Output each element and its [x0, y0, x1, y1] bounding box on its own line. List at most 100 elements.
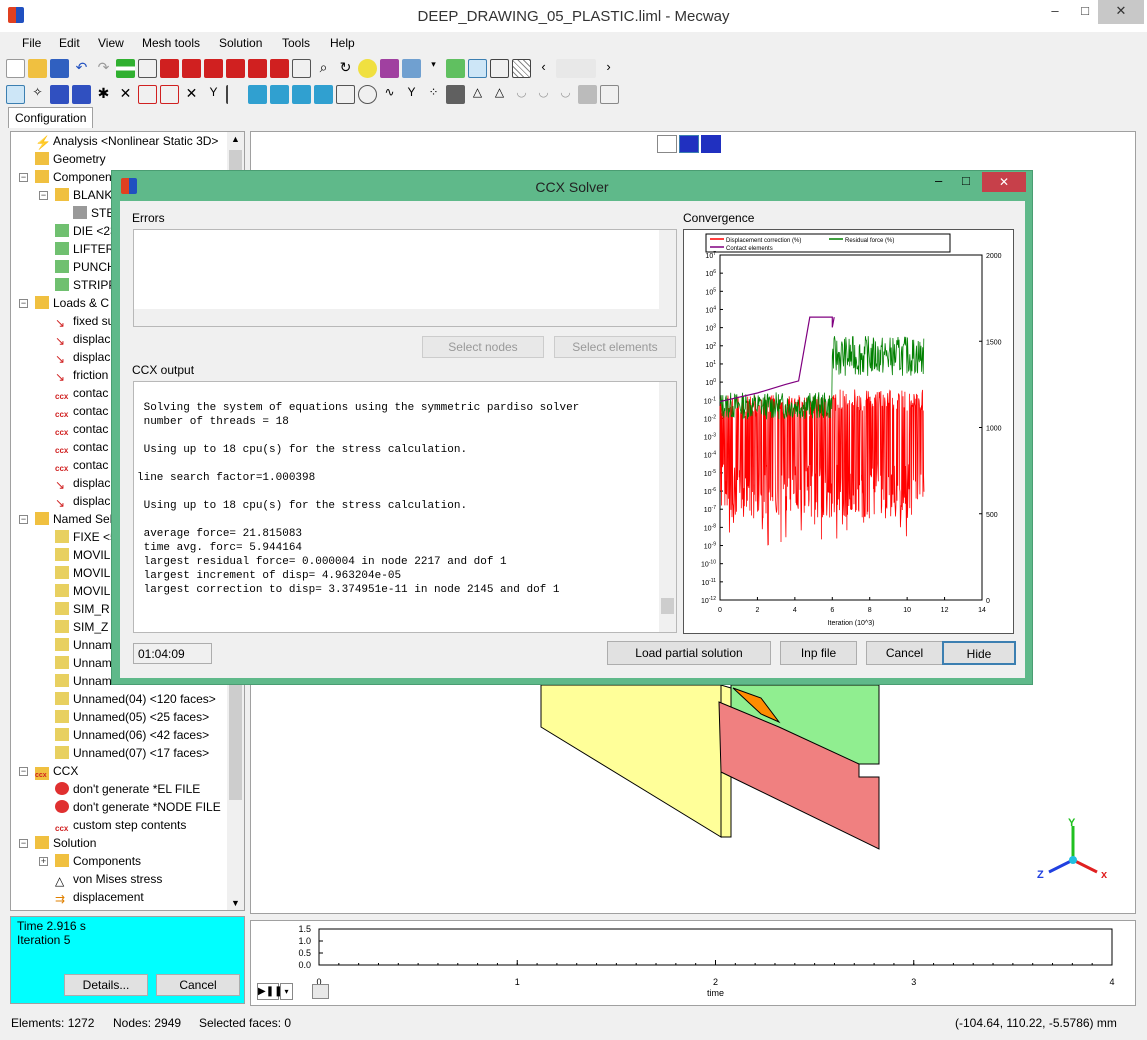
triangle-icon[interactable]: △ [490, 85, 509, 104]
menu-file[interactable]: File [22, 36, 41, 50]
cube-left-icon[interactable] [204, 58, 223, 78]
zoom-box-icon[interactable] [292, 58, 311, 78]
expander-named[interactable]: − [19, 515, 28, 524]
open-folder-icon[interactable] [28, 58, 47, 78]
fit-view-icon[interactable] [358, 58, 377, 78]
errors-hscroll[interactable] [134, 309, 676, 326]
tree-item-load[interactable]: ↘ displac [55, 474, 110, 492]
errors-box[interactable] [133, 229, 677, 327]
equals-icon[interactable] [116, 58, 135, 78]
tree-item-die[interactable]: DIE <23 [55, 222, 117, 240]
tree-item-loads[interactable]: Loads & C [35, 294, 109, 312]
scroll-right-icon[interactable]: › [599, 59, 618, 78]
curve2-icon[interactable]: ◡ [534, 85, 553, 104]
menu-help[interactable]: Help [330, 36, 355, 50]
select-element-icon[interactable] [50, 84, 69, 104]
close-button[interactable]: ✕ [1098, 0, 1144, 24]
shaded-view-icon[interactable] [468, 58, 487, 78]
tree-item-geometry[interactable]: Geometry [35, 150, 106, 168]
tree-item-named[interactable]: Unnamed(07) <17 faces> [55, 744, 209, 762]
expander-ccx[interactable]: − [19, 767, 28, 776]
cube-select-icon[interactable] [160, 84, 179, 104]
save-icon[interactable] [50, 58, 69, 78]
menu-edit[interactable]: Edit [59, 36, 80, 50]
box-select-icon[interactable] [138, 84, 157, 104]
tree-item-named[interactable]: SIM_R [55, 600, 110, 618]
menu-mesh-tools[interactable]: Mesh tools [142, 36, 200, 50]
curve3-icon[interactable]: ◡ [556, 85, 575, 104]
hide-button[interactable]: Hide [942, 641, 1016, 665]
tree-item-blank[interactable]: BLANK [55, 186, 112, 204]
tetra-icon[interactable]: △ [468, 85, 487, 104]
curve-icon[interactable]: ◡ [512, 85, 531, 104]
select-nodes-button[interactable]: Select nodes [422, 336, 544, 358]
redo-icon[interactable]: ↷ [94, 59, 113, 78]
mesh-view-icon[interactable] [512, 58, 531, 78]
tree-item-load[interactable]: ccx contac [55, 420, 108, 438]
cross-select-icon[interactable]: ✕ [116, 85, 135, 104]
cancel-solver-button[interactable]: Cancel [156, 974, 240, 996]
undo-icon[interactable]: ↶ [72, 59, 91, 78]
toolbar-scroll-track[interactable] [556, 58, 596, 78]
revolve-icon[interactable] [358, 84, 377, 104]
copy-icon[interactable] [270, 84, 289, 104]
tree-item-load[interactable]: ↘ fixed su [55, 312, 114, 330]
tree-item-load[interactable]: ↘ displac [55, 492, 110, 510]
tree-item-named[interactable]: Unnamed(06) <42 faces> [55, 726, 209, 744]
expander-components[interactable]: − [19, 173, 28, 182]
tree-item-solution[interactable]: Solution [35, 834, 96, 852]
select-elements-button[interactable]: Select elements [554, 336, 676, 358]
play-pause-button[interactable]: ▶❚❚ [257, 983, 282, 1000]
measure-icon[interactable] [402, 58, 421, 78]
wireframe-cube-icon[interactable] [138, 58, 157, 78]
tree-item-load[interactable]: ↘ displac [55, 348, 110, 366]
magnifier-icon[interactable]: ⌕ [314, 59, 333, 78]
split-icon[interactable]: Y [204, 85, 223, 104]
tree-item-named[interactable]: MOVIL [55, 564, 110, 582]
output-scroll-thumb[interactable] [661, 598, 674, 614]
mirror-icon[interactable] [292, 84, 311, 104]
details-button[interactable]: Details... [64, 974, 148, 996]
tree-item-ccx-option[interactable]: don't generate *NODE FILE [55, 798, 221, 816]
tree-item-load[interactable]: ccx contac [55, 384, 108, 402]
time-slider-thumb[interactable] [312, 984, 329, 999]
tree-item-step[interactable]: STE [73, 204, 114, 222]
scroll-down-icon[interactable]: ▼ [231, 898, 240, 908]
refine-icon[interactable] [446, 84, 465, 104]
tree-item-von-mises[interactable]: △ von Mises stress [55, 870, 162, 888]
inp-file-button[interactable]: Inp file [780, 641, 857, 665]
tree-item-punch[interactable]: PUNCH [55, 258, 116, 276]
tree-item-load[interactable]: ccx contac [55, 402, 108, 420]
minimize-button[interactable]: – [1040, 0, 1070, 24]
menu-tools[interactable]: Tools [282, 36, 310, 50]
rotate-icon[interactable]: ↻ [336, 59, 355, 78]
new-file-icon[interactable] [6, 58, 25, 78]
scroll-left-icon[interactable]: ‹ [534, 59, 553, 78]
tree-item-load[interactable]: ccx contac [55, 438, 108, 456]
scatter-icon[interactable]: ⁘ [424, 85, 443, 104]
tree-item-load[interactable]: ↘ friction [55, 366, 108, 384]
tree-item-named[interactable]: MOVIL [55, 546, 110, 564]
extrude-icon[interactable] [336, 84, 355, 104]
scale-icon[interactable] [314, 84, 333, 104]
expander-solution[interactable]: − [19, 839, 28, 848]
dialog-cancel-button[interactable]: Cancel [866, 641, 943, 665]
play-dropdown-icon[interactable]: ▾ [280, 983, 293, 1000]
cube-bottom-icon[interactable] [270, 58, 289, 78]
tree-item-lifter[interactable]: LIFTER [55, 240, 114, 258]
tree-item-stripper[interactable]: STRIPP [55, 276, 116, 294]
cube-front-icon[interactable] [160, 58, 179, 78]
tree-item-solution-components[interactable]: Components [55, 852, 141, 870]
menu-view[interactable]: View [98, 36, 124, 50]
surface-view-icon[interactable] [446, 58, 465, 78]
menu-solution[interactable]: Solution [219, 36, 262, 50]
outline-view-icon[interactable] [490, 58, 509, 78]
tree-item-named[interactable]: Unnam [55, 636, 112, 654]
branch-icon[interactable]: Y [402, 85, 421, 104]
errors-vscroll[interactable] [659, 230, 676, 310]
expander-loads[interactable]: − [19, 299, 28, 308]
move-nodes-icon[interactable] [248, 84, 267, 104]
output-vscroll[interactable] [659, 382, 676, 632]
panel-icon[interactable] [578, 84, 597, 104]
dialog-maximize-button[interactable]: □ [962, 173, 970, 188]
